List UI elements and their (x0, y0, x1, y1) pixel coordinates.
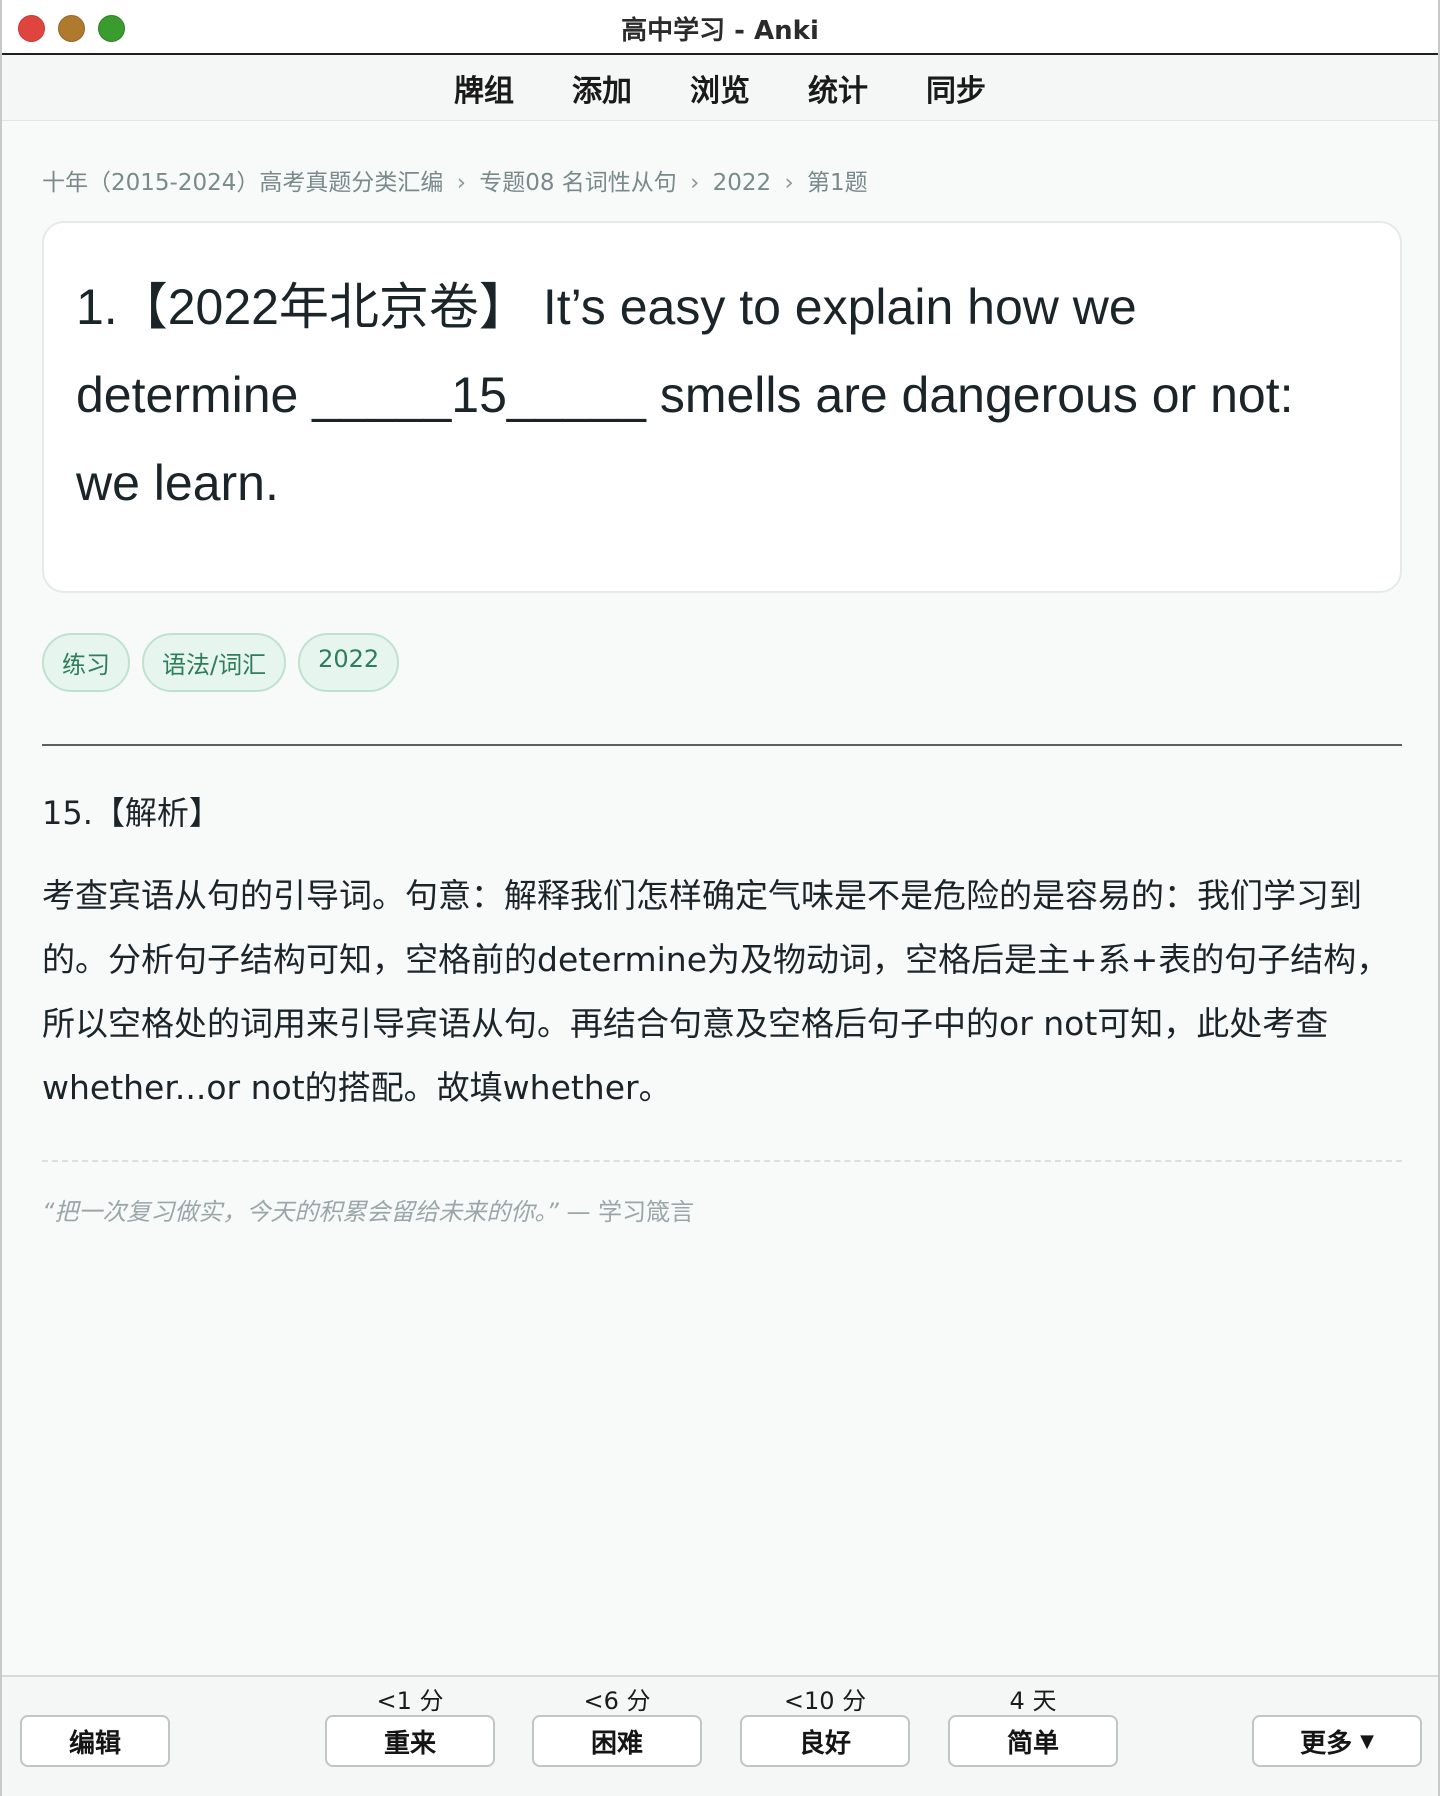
question-text: 1.【2022年北京卷】 It’s easy to explain how we… (76, 279, 1294, 511)
more-button[interactable]: 更多 ▼ (1252, 1715, 1422, 1767)
breadcrumb-separator: › (690, 170, 700, 196)
good-button[interactable]: 良好 (740, 1715, 910, 1767)
toolbar-stats[interactable]: 统计 (808, 66, 868, 110)
question-card: 1.【2022年北京卷】 It’s easy to explain how we… (42, 221, 1402, 593)
answer-divider (42, 744, 1402, 746)
breadcrumb-item: 2022 (712, 170, 772, 196)
tag-badge: 语法/词汇 (142, 633, 287, 692)
tag-badge: 2022 (298, 633, 400, 692)
breadcrumb-separator: › (456, 170, 466, 196)
breadcrumb-item: 专题08 名词性从句 (479, 170, 677, 196)
review-content: 十年（2015-2024）高考真题分类汇编 › 专题08 名词性从句 › 202… (42, 120, 1402, 1227)
hard-interval: <6 分 (583, 1687, 651, 1715)
breadcrumb-item: 第1题 (806, 170, 868, 196)
main-toolbar: 牌组 添加 浏览 统计 同步 (2, 55, 1438, 121)
more-label: 更多 (1300, 1728, 1353, 1759)
toolbar-sync[interactable]: 同步 (926, 66, 986, 110)
tag-badge: 练习 (42, 633, 130, 692)
good-interval: <10 分 (783, 1687, 867, 1715)
toolbar-decks[interactable]: 牌组 (454, 66, 514, 110)
quote-source: — 学习箴言 (566, 1198, 695, 1226)
answer-explanation: 考查宾语从句的引导词。句意：解释我们怎样确定气味是不是危险的是容易的：我们学习到… (42, 876, 1390, 1107)
hard-button[interactable]: 困难 (532, 1715, 702, 1767)
easy-button[interactable]: 简单 (948, 1715, 1118, 1767)
again-button[interactable]: 重来 (325, 1715, 495, 1767)
edit-button[interactable]: 编辑 (20, 1715, 170, 1767)
breadcrumb: 十年（2015-2024）高考真题分类汇编 › 专题08 名词性从句 › 202… (42, 163, 1398, 197)
toolbar-browse[interactable]: 浏览 (690, 66, 750, 110)
motto-quote: “把一次复习做实，今天的积累会留给未来的你。” — 学习箴言 (42, 1192, 1398, 1227)
breadcrumb-separator: › (784, 170, 794, 196)
toolbar-add[interactable]: 添加 (572, 66, 632, 110)
tag-list: 练习 语法/词汇 2022 (42, 633, 1398, 692)
anki-window: 高中学习 - Anki 牌组 添加 浏览 统计 同步 十年（2015-2024）… (0, 0, 1440, 1796)
caret-down-icon: ▼ (1360, 1730, 1374, 1752)
again-interval: <1 分 (376, 1687, 444, 1715)
window-title: 高中学习 - Anki (621, 16, 819, 46)
review-bottom-bar: 编辑 <1 分 重来 <6 分 困难 <10 分 良好 4 天 简单 更多 ▼ (2, 1675, 1438, 1796)
title-bar: 高中学习 - Anki (2, 0, 1438, 55)
quote-divider (42, 1160, 1402, 1162)
answer-heading: 15.【解析】 (42, 794, 221, 832)
easy-interval: 4 天 (1009, 1687, 1057, 1715)
breadcrumb-item: 十年（2015-2024）高考真题分类汇编 (42, 170, 444, 196)
quote-text: “把一次复习做实，今天的积累会留给未来的你。” (42, 1198, 559, 1226)
